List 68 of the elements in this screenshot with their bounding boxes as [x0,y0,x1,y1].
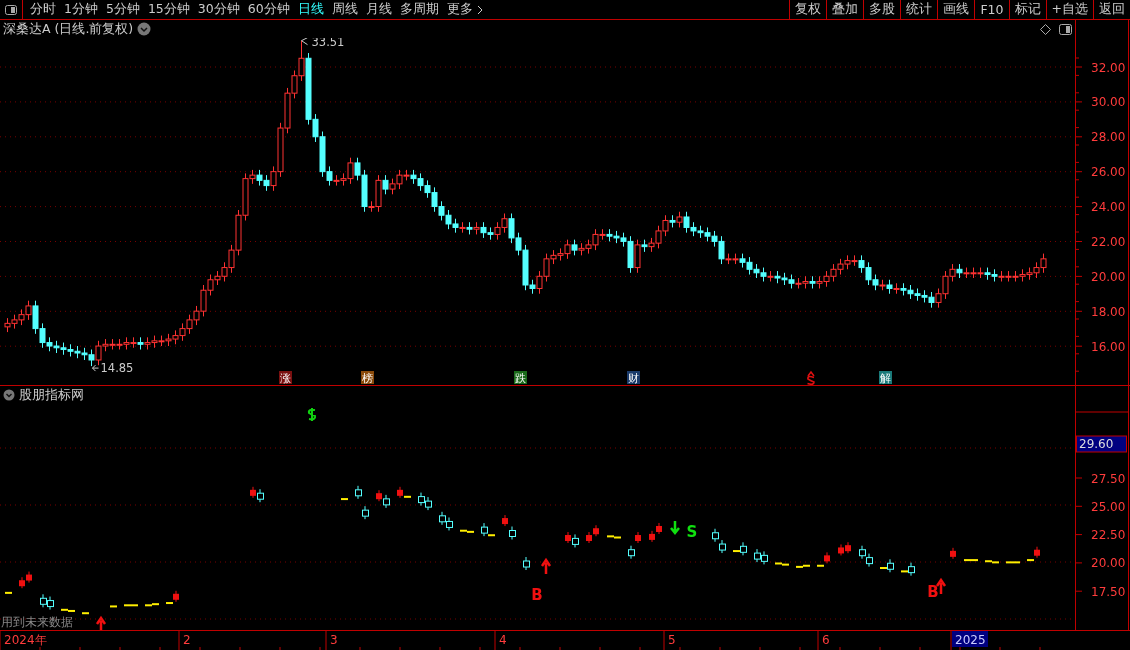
date-label: 6 [822,633,830,647]
toolbar-button[interactable]: F10 [974,0,1009,19]
indicator-title: 股朋指标网 [19,386,84,404]
axis-label: 32.00 [1091,60,1126,75]
period-tab[interactable]: 更多 [442,0,487,19]
axis-label: 16.00 [1091,339,1126,354]
toolbar-button[interactable]: +自选 [1045,0,1093,19]
period-tab[interactable]: 多周期 [395,0,443,19]
up-arrow-icon [95,615,107,630]
toolbar-button[interactable]: 多股 [863,0,901,19]
axis-label: 25.00 [1091,499,1126,514]
axis-label: 24.00 [1091,200,1126,215]
period-tab[interactable]: 1分钟 [60,0,102,19]
price-label: 33.51 [311,38,345,49]
axis-label: 20.00 [1091,269,1126,284]
toolbar-button[interactable]: 画线 [937,0,975,19]
dropdown-icon[interactable] [3,389,15,401]
axis-label: 18.00 [1091,304,1126,319]
pointer-icon [301,38,308,46]
period-tab[interactable]: 15分钟 [143,0,194,19]
toolbar-button[interactable]: 统计 [900,0,938,19]
event-tag[interactable]: 跌 [514,371,527,385]
toolbar-button[interactable]: 标记 [1008,0,1046,19]
sell-signal: S [686,523,698,541]
diamond-icon[interactable] [1040,23,1051,35]
panel-toggle-icon[interactable] [5,4,17,15]
axis-label: 27.50 [1091,471,1126,486]
up-arrow-icon [540,557,552,576]
pointer-icon [92,364,99,372]
period-tab[interactable]: 日线 [293,0,328,19]
chevron-icon [476,4,483,15]
period-tab[interactable]: 分时 [26,0,60,19]
period-tab[interactable]: 月线 [361,0,396,19]
dollar-icon[interactable] [806,370,815,385]
date-label: 5 [668,633,676,647]
buy-signal: B [927,583,939,601]
event-tag[interactable]: 财 [627,371,640,385]
axis-label: 17.50 [1091,584,1126,599]
period-tab[interactable]: 5分钟 [101,0,144,19]
event-tag[interactable]: 解 [879,371,892,385]
dollar-icon [307,407,317,422]
date-label: 2 [183,633,191,647]
current-value-badge: 29.60 [1076,435,1127,453]
buy-signal: B [531,586,543,604]
toolbar-button[interactable]: 复权 [789,0,827,19]
toolbar-button[interactable]: 叠加 [826,0,864,19]
axis-label: 22.50 [1091,528,1126,543]
event-tag[interactable]: 涨 [279,371,292,385]
axis-label: 22.00 [1091,235,1126,249]
date-label: 2025 [952,631,988,647]
date-label: 4 [499,633,507,647]
axis-label: 20.00 [1091,556,1126,571]
down-arrow-icon [669,519,681,535]
event-tag[interactable]: 榜 [361,371,374,385]
period-tab[interactable]: 60分钟 [243,0,294,19]
toolbar-button[interactable]: 返回 [1093,0,1130,19]
chart-title: 深桑达A (日线.前复权) [3,20,134,38]
dropdown-icon[interactable] [137,22,152,36]
date-label: 2024年 [4,633,47,647]
axis-label: 26.00 [1091,165,1126,180]
panel-toggle-icon[interactable] [1059,23,1072,35]
period-tab[interactable]: 周线 [327,0,362,19]
date-label: 3 [330,633,338,647]
axis-label: 30.00 [1091,95,1126,110]
period-tab[interactable]: 30分钟 [193,0,244,19]
axis-label: 28.00 [1091,130,1126,145]
price-label: 14.85 [100,361,134,376]
warning-note: 用到未来数据 [1,615,73,629]
